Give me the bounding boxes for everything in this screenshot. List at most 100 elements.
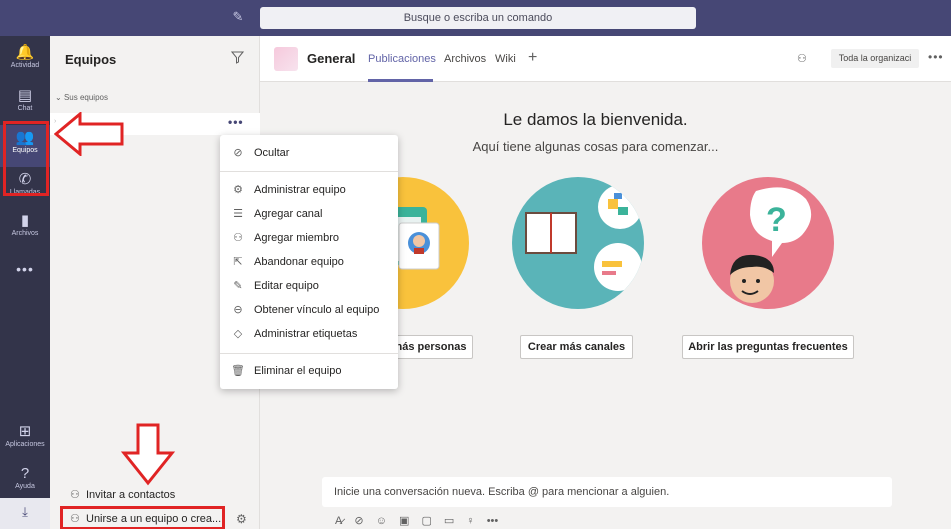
bell-icon: 🔔 [15,44,35,61]
sticker-icon[interactable]: ▢ [421,514,431,527]
team-avatar [274,47,298,71]
rail-more-button[interactable]: ••• [0,261,50,277]
rail-item-label: Ayuda [15,483,35,490]
teams-icon: 👥 [15,129,35,146]
header-more-button[interactable]: ••• [928,50,944,64]
invite-contacts-button[interactable]: ⚇ Invitar a contactos [70,488,175,501]
menu-item-label: Administrar etiquetas [254,328,358,340]
file-icon: ▮ [20,212,30,229]
pencil-icon: ✎ [233,280,243,292]
menu-item-add-channel[interactable]: ☰ Agregar canal [220,203,398,225]
filter-icon[interactable] [230,51,245,65]
rail-item-apps[interactable]: ⊞ Aplicaciones [0,419,50,461]
rail-item-label: Chat [17,105,33,112]
channel-icon: ☰ [233,208,243,220]
team-context-menu: ⊘ Ocultar ⚙ Administrar equipo ☰ Agregar… [220,135,398,389]
gear-icon[interactable]: ⚙ [236,512,247,526]
menu-item-label: Editar equipo [254,280,319,292]
invite-label: Invitar a contactos [86,489,176,501]
tag-icon: ◇ [233,328,243,340]
rail-item-calls[interactable]: ✆ Llamadas [0,167,50,209]
channel-name: General [307,51,356,66]
search-input[interactable]: Busque o escriba un comando [260,7,696,29]
menu-divider [220,171,398,172]
panel-title: Equipos [65,52,117,67]
meet-icon[interactable]: ▭ [444,514,454,527]
phone-icon: ✆ [18,171,32,188]
format-icon[interactable]: A̷ [335,515,342,527]
people-icon[interactable]: ⚇ [797,52,807,65]
open-faq-button[interactable]: Abrir las preguntas frecuentes [682,335,854,359]
rail-item-label: Equipos [12,147,38,154]
apps-icon: ⊞ [18,423,32,440]
rail-item-label: Archivos [11,230,39,237]
rail-item-label: Aplicaciones [5,441,45,448]
add-member-icon: ⚇ [233,232,243,244]
gear-icon: ⚙ [233,184,243,196]
add-people-button[interactable]: nás personas [389,335,473,359]
app-rail: 🔔 Actividad ▤ Chat 👥 Equipos ✆ Llamadas … [0,36,50,529]
chat-icon: ▤ [17,87,33,104]
emoji-icon[interactable]: ☺ [376,515,387,527]
org-button[interactable]: Toda la organizaci [831,49,919,68]
rail-item-activity[interactable]: 🔔 Actividad [0,40,50,82]
menu-item-label: Administrar equipo [254,184,346,196]
join-create-team-button[interactable]: ⚇ Unirse a un equipo o crea... [70,512,221,525]
tab-wiki[interactable]: Wiki [495,53,516,65]
more-options-icon[interactable]: ••• [487,515,499,527]
link-icon: ⊖ [233,304,243,316]
join-label: Unirse a un equipo o crea... [86,513,222,525]
menu-item-add-member[interactable]: ⚇ Agregar miembro [220,227,398,249]
arrow-down-annotation [120,423,176,486]
download-icon[interactable]: ⤓ [0,498,50,529]
add-tab-button[interactable]: + [528,49,537,67]
top-bar: ✎ Busque o escriba un comando [0,0,951,36]
rail-item-chat[interactable]: ▤ Chat [0,83,50,125]
menu-item-label: Ocultar [254,147,290,159]
menu-item-label: Abandonar equipo [254,256,344,268]
praise-icon[interactable]: ♀ [466,515,474,527]
menu-item-manage-tags[interactable]: ◇ Administrar etiquetas [220,323,398,345]
menu-item-delete-team[interactable]: 🗑 Eliminar el equipo [220,360,398,382]
active-tab-indicator [368,79,433,82]
rail-item-label: Actividad [10,62,40,69]
help-icon: ? [20,465,30,482]
compose-toolbar: A̷ ⊘ ☺ ▣ ▢ ▭ ♀ ••• [335,514,507,527]
team-more-button[interactable]: ••• [228,115,244,129]
faq-illustration: ? [702,177,834,309]
tab-publicaciones[interactable]: Publicaciones [368,53,436,65]
menu-item-hide[interactable]: ⊘ Ocultar [220,142,398,164]
create-channels-button[interactable]: Crear más canales [520,335,633,359]
welcome-title: Le damos la bienvenida. [503,110,688,129]
attach-icon[interactable]: ⊘ [354,514,363,527]
arrow-left-annotation [54,112,124,156]
leave-icon: ⇱ [233,256,243,268]
rail-item-files[interactable]: ▮ Archivos [0,208,50,250]
menu-item-label: Obtener vínculo al equipo [254,304,380,316]
trash-icon: 🗑 [231,365,245,377]
your-teams-label[interactable]: ⌄ Sus equipos [55,93,108,102]
hide-icon: ⊘ [233,147,243,159]
chevron-down-icon: ⌄ [55,93,64,102]
menu-item-label: Agregar miembro [254,232,339,244]
new-conversation-input[interactable]: Inicie una conversación nueva. Escriba @… [322,477,892,507]
tab-archivos[interactable]: Archivos [444,53,486,65]
create-channels-illustration [512,177,644,309]
channel-header: General Publicaciones Archivos Wiki + ⚇ … [260,36,951,82]
menu-item-manage-team[interactable]: ⚙ Administrar equipo [220,179,398,201]
join-team-icon: ⚇ [70,513,80,525]
rail-item-label: Llamadas [9,189,41,196]
menu-item-leave-team[interactable]: ⇱ Abandonar equipo [220,251,398,273]
rail-item-help[interactable]: ? Ayuda [0,461,50,503]
menu-item-get-link[interactable]: ⊖ Obtener vínculo al equipo [220,299,398,321]
menu-item-label: Eliminar el equipo [254,365,342,377]
svg-text:?: ? [766,201,787,239]
menu-item-edit-team[interactable]: ✎ Editar equipo [220,275,398,297]
section-label-text: Sus equipos [63,93,108,102]
rail-item-teams[interactable]: 👥 Equipos [0,125,50,167]
menu-divider [220,353,398,354]
compose-icon[interactable]: ✎ [230,9,246,25]
menu-item-label: Agregar canal [254,208,323,220]
gif-icon[interactable]: ▣ [399,514,409,527]
invite-icon: ⚇ [70,489,80,501]
